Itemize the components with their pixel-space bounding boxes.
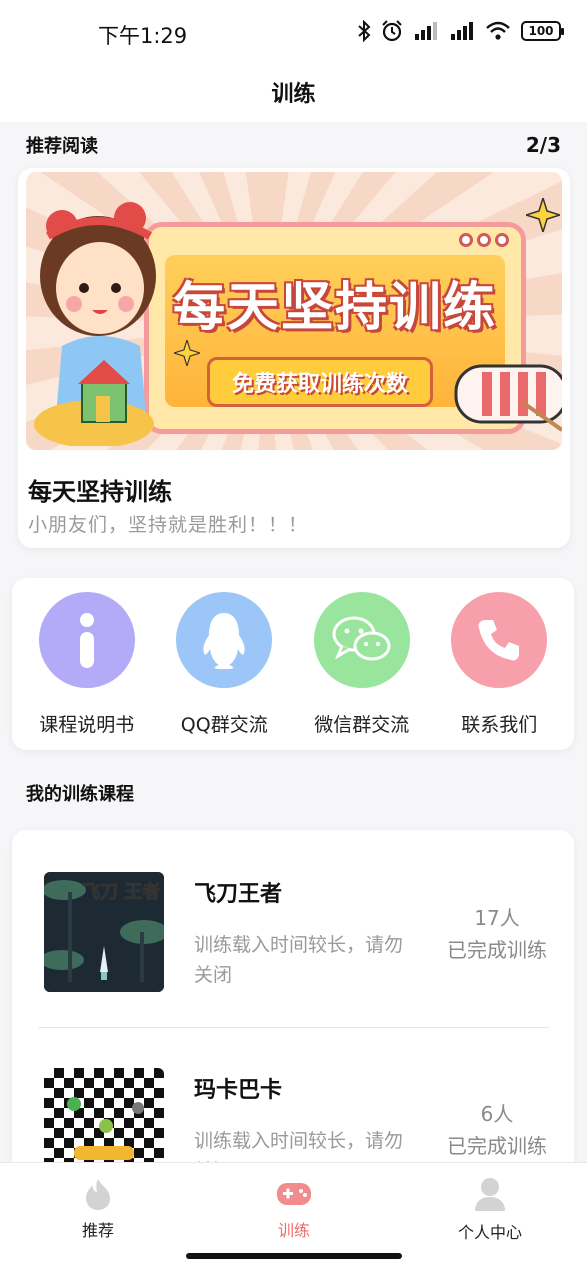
page-title: 训练 [271, 82, 316, 107]
sparkle-icon [526, 198, 560, 232]
course-name: 玛卡巴卡 [194, 1078, 283, 1103]
courses-section-title: 我的训练课程 [26, 784, 134, 805]
recommend-header: 推荐阅读 2/3 [26, 132, 561, 158]
quick-action-label: 课程说明书 [39, 714, 135, 736]
tab-recommend[interactable]: 推荐 [38, 1177, 158, 1241]
flame-icon [86, 1179, 110, 1210]
gamepad-icon [277, 1183, 311, 1205]
signal-hd-icon [415, 22, 437, 40]
status-bar: 下午1:29 100 [0, 0, 587, 62]
course-thumbnail: 飞刀 王者 [44, 872, 164, 992]
course-manual-button[interactable]: 课程说明书 [22, 592, 152, 737]
courses-header: 我的训练课程 [26, 780, 561, 806]
tab-label: 训练 [277, 1221, 310, 1240]
status-time: 下午1:29 [98, 24, 188, 48]
alarm-icon [382, 20, 402, 42]
recommend-banner[interactable]: 每天坚持训练 免费获取训练次数 [26, 172, 562, 450]
feidao-game-art: 飞刀 王者 [44, 872, 164, 992]
tab-label: 个人中心 [457, 1223, 522, 1242]
signal-icon [451, 22, 473, 40]
course-completion-count: 6人 [480, 1102, 514, 1126]
bluetooth-icon [358, 20, 371, 42]
recommend-subtitle: 小朋友们，坚持就是胜利！！！ [28, 514, 309, 536]
svg-text:飞刀 王者: 飞刀 王者 [82, 882, 160, 903]
battery-icon: 100 [521, 21, 564, 41]
tab-profile[interactable]: 个人中心 [430, 1177, 550, 1243]
course-item[interactable]: 飞刀 王者 飞刀王者 训练载入时间较长，请勿关闭 17人 已完成训练 [42, 872, 549, 1012]
wechat-group-button[interactable]: 微信群交流 [297, 592, 427, 737]
quick-action-label: 微信群交流 [314, 714, 410, 736]
course-completion-count: 17人 [474, 906, 520, 930]
wechat-icon [313, 592, 410, 688]
qq-penguin-icon [176, 592, 273, 688]
tab-training[interactable]: 训练 [234, 1177, 354, 1241]
banner-dots [459, 233, 509, 247]
xylophone-illustration [454, 364, 562, 432]
quick-action-label: 联系我们 [461, 714, 538, 736]
wifi-icon [486, 21, 510, 40]
course-name: 飞刀王者 [194, 882, 283, 907]
home-indicator [186, 1253, 402, 1259]
divider [38, 1027, 549, 1028]
banner-headline: 每天坚持训练 [172, 278, 497, 338]
quick-action-label: QQ群交流 [180, 714, 268, 736]
recommend-title[interactable]: 每天坚持训练 [28, 472, 172, 507]
course-description: 训练载入时间较长，请勿关闭 [194, 934, 404, 986]
status-icons: 100 [357, 20, 564, 42]
course-completion-status: 已完成训练 [447, 1134, 547, 1158]
info-icon [38, 592, 135, 688]
contact-us-button[interactable]: 联系我们 [434, 592, 564, 737]
phone-icon [451, 592, 548, 688]
tab-label: 推荐 [81, 1221, 114, 1240]
course-completion-status: 已完成训练 [447, 938, 547, 962]
girl-illustration [34, 202, 156, 446]
recommend-section-title: 推荐阅读 [26, 136, 98, 157]
user-icon [475, 1178, 505, 1211]
quick-actions-card: 课程说明书 QQ群交流 微信群交流 联系我们 [12, 578, 574, 750]
header: 训练 [0, 62, 587, 122]
qq-group-button[interactable]: QQ群交流 [159, 592, 289, 737]
quick-actions: 课程说明书 QQ群交流 微信群交流 联系我们 [12, 592, 574, 737]
banner-page-indicator: 2/3 [525, 133, 561, 157]
banner-pill: 免费获取训练次数 [207, 357, 434, 407]
